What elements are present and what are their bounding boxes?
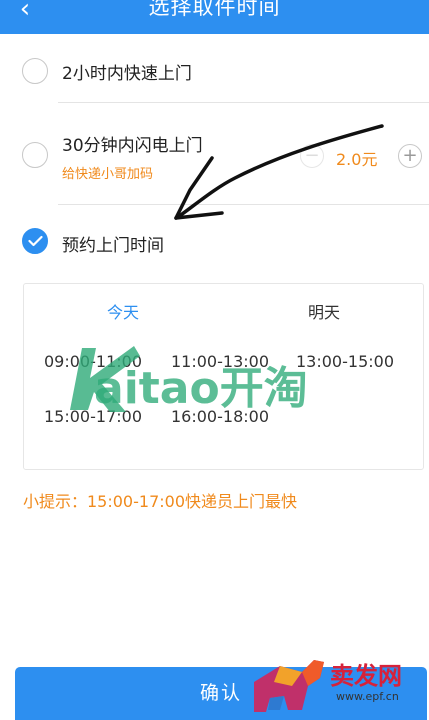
radio-lightning-pickup[interactable] [22, 142, 48, 168]
confirm-button[interactable]: 确认 [15, 667, 427, 720]
header-bar: ‹ 选择取件时间 [0, 0, 429, 34]
price-value: 2.0元 [336, 150, 378, 169]
time-slot-panel: 今天 明天 09:00-11:00 11:00-13:00 13:00-15:0… [23, 283, 424, 470]
time-slot[interactable]: 13:00-15:00 [296, 352, 394, 371]
time-slot[interactable]: 11:00-13:00 [171, 352, 269, 371]
option-sublabel: 给快递小哥加码 [62, 167, 154, 182]
page-title: 选择取件时间 [148, 0, 281, 19]
time-slot[interactable]: 09:00-11:00 [44, 352, 142, 371]
time-slot[interactable]: 15:00-17:00 [44, 407, 142, 426]
option-label: 预约上门时间 [62, 236, 164, 256]
radio-scheduled-pickup[interactable] [22, 228, 48, 254]
tip-text: 小提示：15:00-17:00快递员上门最快 [23, 492, 297, 511]
minus-stepper-button[interactable]: − [300, 144, 324, 168]
tab-tomorrow[interactable]: 明天 [308, 299, 340, 323]
option-lightning-pickup[interactable]: 30分钟内闪电上门 给快递小哥加码 − 2.0元 + [0, 122, 429, 192]
option-scheduled-pickup[interactable]: 预约上门时间 [0, 222, 429, 262]
time-slot[interactable]: 16:00-18:00 [171, 407, 269, 426]
tab-today[interactable]: 今天 [107, 299, 139, 323]
radio-fast-pickup[interactable] [22, 58, 48, 84]
divider [58, 102, 429, 103]
divider [58, 204, 429, 205]
plus-stepper-button[interactable]: + [398, 144, 422, 168]
option-label: 30分钟内闪电上门 [62, 136, 203, 156]
option-label: 2小时内快速上门 [62, 64, 192, 84]
option-fast-pickup[interactable]: 2小时内快速上门 [0, 50, 429, 110]
check-icon [28, 235, 43, 247]
